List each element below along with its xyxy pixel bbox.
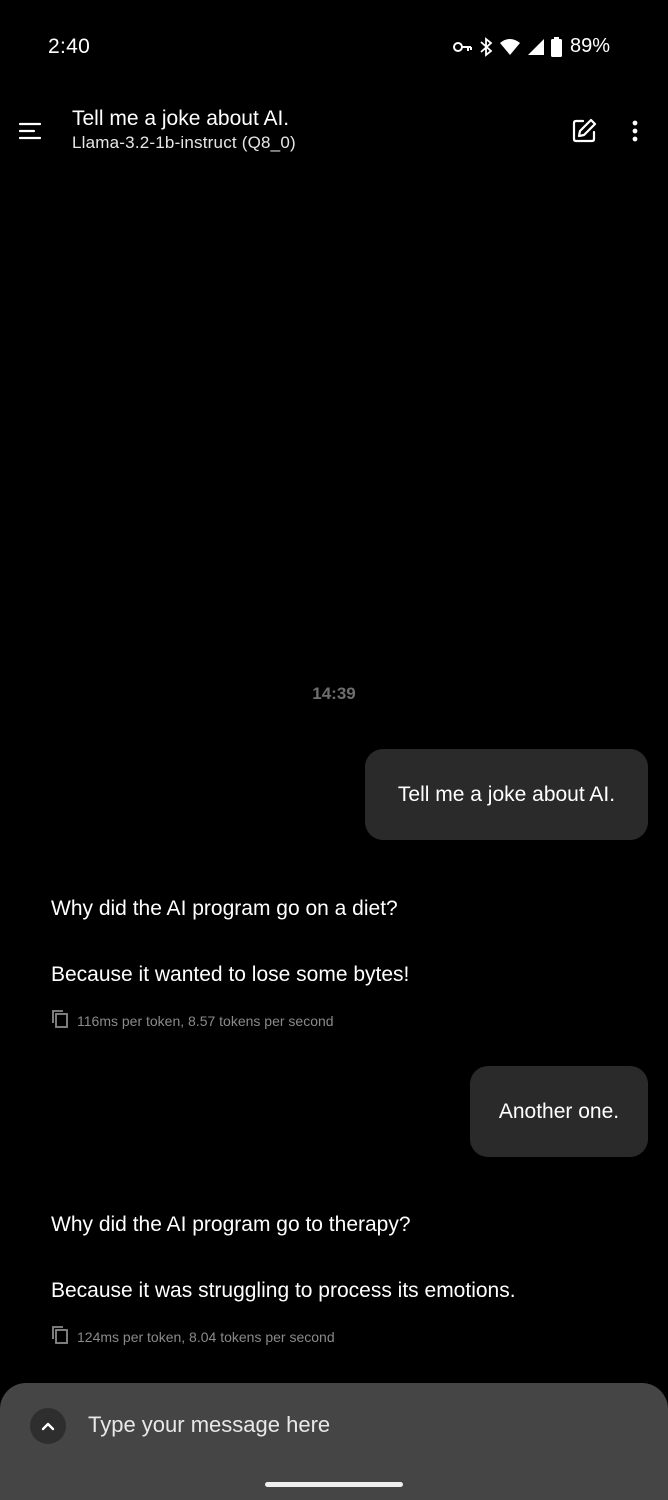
status-icons: 89% [452,35,610,58]
title-block: Tell me a joke about AI. Llama-3.2-1b-in… [72,107,296,155]
copy-icon[interactable] [51,1325,69,1348]
expand-options-button[interactable] [30,1408,66,1444]
wifi-icon [499,38,521,56]
assistant-message-paragraph: Why did the AI program go on a diet? [51,897,398,920]
assistant-message-paragraph: Because it was struggling to process its… [51,1279,516,1302]
bluetooth-icon [479,36,493,57]
status-time: 2:40 [48,35,91,58]
message-input[interactable] [88,1405,628,1445]
more-options-button[interactable] [620,115,650,147]
new-chat-button[interactable] [568,115,600,147]
edit-icon [572,118,597,143]
user-message-bubble[interactable]: Tell me a joke about AI. [365,749,648,840]
battery-percentage: 89% [569,35,610,57]
copy-icon[interactable] [51,1009,69,1032]
menu-button[interactable] [14,115,46,147]
status-bar: 2:40 89% [0,0,668,95]
assistant-message-paragraph: Why did the AI program go to therapy? [51,1213,411,1236]
battery-icon [550,36,562,57]
home-indicator[interactable] [265,1482,403,1487]
assistant-message-paragraph: Because it wanted to lose some bytes! [51,963,410,986]
stats-text: 116ms per token, 8.57 tokens per second [77,1012,334,1029]
chat-timestamp: 14:39 [312,684,356,703]
user-message-bubble[interactable]: Another one. [470,1066,648,1157]
input-panel [0,1383,668,1500]
menu-icon [19,122,41,140]
stats-text: 124ms per token, 8.04 tokens per second [77,1328,335,1345]
chevron-up-icon [41,1422,55,1431]
chat-title: Tell me a joke about AI. [72,107,290,130]
vpn-key-icon [452,40,473,54]
message-stats: 116ms per token, 8.57 tokens per second [51,1009,334,1032]
message-stats: 124ms per token, 8.04 tokens per second [51,1325,335,1348]
user-message-text: Another one. [498,1099,620,1123]
model-name: Llama-3.2-1b-instruct (Q8_0) [72,133,296,152]
user-message-text: Tell me a joke about AI. [397,782,616,806]
assistant-message: Why did the AI program go on a diet? Bec… [51,895,631,989]
cell-signal-icon [527,38,545,56]
more-vert-icon [632,120,638,142]
assistant-message: Why did the AI program go to therapy? Be… [51,1211,631,1305]
app-bar: Tell me a joke about AI. Llama-3.2-1b-in… [0,95,668,170]
